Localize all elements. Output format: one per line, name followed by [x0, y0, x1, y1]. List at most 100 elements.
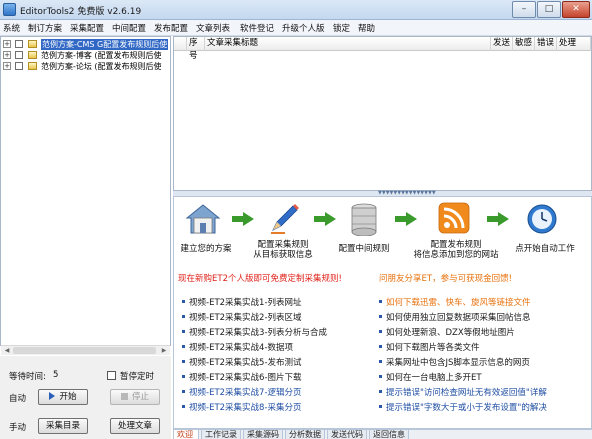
menu-item-middle-config[interactable]: 中间配置 [112, 22, 146, 34]
bullet-icon [379, 345, 382, 348]
bullet-icon [379, 390, 382, 393]
article-grid[interactable]: 序号 文章采集标题 发送 敏感 错误 处理 [173, 36, 592, 191]
column-header-error[interactable]: 错误 [535, 37, 557, 51]
pause-timer-checkbox[interactable] [107, 371, 116, 380]
wait-time-label: 等待时间: [9, 372, 46, 382]
collect-list-button[interactable]: 采集目录 [38, 418, 88, 434]
scroll-right-icon[interactable]: ▶ [159, 346, 169, 355]
video-link[interactable]: 视频-ET2采集实战6-图片下载 [182, 371, 302, 383]
column-header-process[interactable]: 处理 [557, 37, 591, 51]
step-publish-rules-label-2[interactable]: 将信息添加到您的网站 [406, 250, 506, 261]
step-middle-rules-label[interactable]: 配置中间规则 [328, 244, 400, 255]
arrow-right-icon [395, 212, 417, 226]
folder-icon [28, 40, 37, 48]
tree-checkbox[interactable] [15, 62, 23, 70]
step-start-auto-label[interactable]: 点开始自动工作 [504, 244, 586, 255]
process-articles-button[interactable]: 处理文章 [110, 418, 160, 434]
bullet-icon [379, 315, 382, 318]
maximize-button[interactable]: □ [537, 1, 561, 18]
help-link[interactable]: 如何使用独立回复数据项采集回帖信息 [379, 311, 531, 323]
arrow-right-icon [232, 212, 254, 226]
rss-icon[interactable] [438, 202, 470, 234]
help-link-label: 如何处理新浪、DZX等假地址图片 [386, 328, 515, 338]
grid-row-header [174, 37, 187, 51]
bullet-icon [182, 345, 185, 348]
bullet-icon [182, 300, 185, 303]
menu-item-register[interactable]: 软件登记 [240, 22, 274, 34]
scrollbar-thumb[interactable] [13, 347, 156, 354]
stop-button[interactable]: 停止 [110, 389, 160, 405]
column-header-index[interactable]: 序号 [187, 37, 205, 61]
expand-icon[interactable]: + [3, 51, 11, 59]
column-header-sensitive[interactable]: 敏感 [513, 37, 535, 51]
tree-item[interactable]: + 范例方案-CMS G配置发布规则后使 [1, 39, 169, 50]
tab-source-code[interactable]: 采集源码 [243, 430, 283, 439]
video-link-label: 视频-ET2采集实战5-发布测试 [189, 358, 302, 368]
video-link[interactable]: 视频-ET2采集实战5-发布测试 [182, 356, 302, 368]
tree-horizontal-scrollbar[interactable]: ◀ ▶ [1, 345, 170, 355]
help-link[interactable]: 提示错误"访问检查网址无有效返回值"详解 [379, 386, 547, 398]
bullet-icon [379, 405, 382, 408]
video-link-label: 视频-ET2采集实战2-列表区域 [189, 313, 302, 323]
menu-item-article-list[interactable]: 文章列表 [196, 22, 230, 34]
expand-icon[interactable]: + [3, 62, 11, 70]
scroll-left-icon[interactable]: ◀ [2, 346, 12, 355]
step-create-scheme-label[interactable]: 建立您的方案 [176, 244, 236, 255]
tree-item-label: 范例方案-CMS G配置发布规则后使 [41, 39, 169, 50]
tab-return-info[interactable]: 返回信息 [369, 430, 409, 439]
tab-analysis-data[interactable]: 分析数据 [285, 430, 325, 439]
close-button[interactable]: ✕ [562, 1, 590, 18]
menu-item-publish-config[interactable]: 发布配置 [154, 22, 188, 34]
help-link[interactable]: 采集网址中包含JS脚本显示信息的网页 [379, 356, 530, 368]
tree-item-label: 范例方案-博客 (配置发布规则后使 [41, 51, 162, 60]
menu-item-lock[interactable]: 锁定 [333, 22, 350, 34]
video-link[interactable]: 视频-ET2采集实战2-列表区域 [182, 311, 302, 323]
menu-item-help[interactable]: 帮助 [358, 22, 375, 34]
start-button[interactable]: 开始 [38, 389, 88, 405]
control-panel: 等待时间: 5 暂停定时 自动 开始 停止 手动 采集目录 处理文章 [0, 356, 171, 439]
video-link[interactable]: 视频-ET2采集实战4-数据项 [182, 341, 293, 353]
help-link[interactable]: 提示错误"字数大于或小于发布设置"的解决 [379, 401, 547, 413]
menu-bar: 系统 制订方案 采集配置 中间配置 发布配置 文章列表 软件登记 升级个人版 锁… [0, 20, 592, 36]
help-link[interactable]: 如何下载迅雷、快车、旋风等链接文件 [379, 296, 531, 308]
video-link[interactable]: 视频-ET2采集实战3-列表分析与合成 [182, 326, 327, 338]
tab-send-code[interactable]: 发送代码 [327, 430, 367, 439]
clock-icon[interactable] [526, 203, 558, 235]
video-link[interactable]: 视频-ET2采集实战1-列表网址 [182, 296, 302, 308]
tree-item[interactable]: + 范例方案-博客 (配置发布规则后使 [1, 50, 169, 61]
tab-welcome[interactable]: 欢迎 [173, 430, 199, 439]
help-link[interactable]: 如何下载图片等各类文件 [379, 341, 480, 353]
video-link-label: 视频-ET2采集实战8-采集分页 [189, 403, 302, 413]
column-header-send[interactable]: 发送 [491, 37, 513, 51]
video-link[interactable]: 视频-ET2采集实战7-逻辑分页 [182, 386, 302, 398]
menu-item-collect-config[interactable]: 采集配置 [70, 22, 104, 34]
help-link[interactable]: 如何在一台电脑上多开ET [379, 371, 482, 383]
promo-headline-right[interactable]: 问朋友分享ET，参与可获现金回馈! [379, 272, 512, 284]
bullet-icon [379, 360, 382, 363]
menu-item-system[interactable]: 系统 [3, 22, 20, 34]
scheme-tree: + 范例方案-CMS G配置发布规则后使 + 范例方案-博客 (配置发布规则后使… [0, 36, 171, 346]
expand-icon[interactable]: + [3, 40, 11, 48]
bullet-icon [379, 330, 382, 333]
stop-icon [120, 393, 128, 400]
pencil-icon[interactable] [267, 202, 301, 236]
menu-item-scheme[interactable]: 制订方案 [28, 22, 62, 34]
tree-checkbox[interactable] [15, 40, 23, 48]
column-header-title[interactable]: 文章采集标题 [205, 37, 491, 51]
tree-checkbox[interactable] [15, 51, 23, 59]
bullet-icon [182, 390, 185, 393]
database-icon[interactable] [349, 202, 379, 236]
pause-timer-label: 暂停定时 [120, 372, 155, 382]
folder-icon [28, 51, 37, 59]
promo-headline-left[interactable]: 现在新购ET2个人版即可免费定制采集规则! [178, 272, 342, 284]
tab-work-log[interactable]: 工作记录 [201, 430, 241, 439]
minimize-button[interactable]: – [512, 1, 536, 18]
house-icon[interactable] [185, 203, 221, 235]
step-collect-rules-label-2[interactable]: 从目标获取信息 [242, 250, 324, 261]
help-link-label: 采集网址中包含JS脚本显示信息的网页 [386, 358, 530, 368]
menu-item-upgrade[interactable]: 升级个人版 [282, 22, 325, 34]
help-link[interactable]: 如何处理新浪、DZX等假地址图片 [379, 326, 515, 338]
tree-item[interactable]: + 范例方案-论坛 (配置发布规则后使 [1, 61, 169, 72]
video-link[interactable]: 视频-ET2采集实战8-采集分页 [182, 401, 302, 413]
help-link-label: 如何使用独立回复数据项采集回帖信息 [386, 313, 531, 323]
